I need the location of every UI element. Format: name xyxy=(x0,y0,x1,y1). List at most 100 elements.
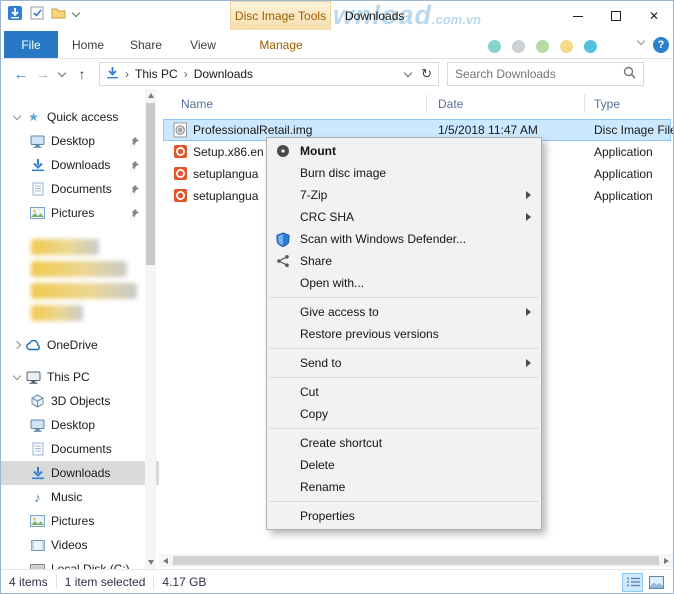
contextual-tab-label: Disc Image Tools xyxy=(234,9,327,23)
address-box[interactable]: › This PC › Downloads ↻ xyxy=(99,62,439,86)
address-dropdown[interactable] xyxy=(403,68,413,77)
close-button[interactable]: ✕ xyxy=(635,1,673,31)
back-button[interactable]: ← xyxy=(10,67,32,82)
menu-item-restore-previous-versions[interactable]: Restore previous versions xyxy=(267,323,541,345)
document-icon xyxy=(28,182,47,196)
expand-chevron-icon[interactable] xyxy=(9,111,24,121)
menu-item-cut[interactable]: Cut xyxy=(267,381,541,403)
minimize-button[interactable] xyxy=(559,1,597,31)
expand-chevron-icon[interactable] xyxy=(9,371,24,381)
contextual-tab-group: Disc Image Tools xyxy=(230,1,331,30)
qat-customize-dropdown[interactable] xyxy=(71,8,81,18)
forward-button[interactable]: → xyxy=(32,67,54,82)
tab-view[interactable]: View xyxy=(179,31,227,58)
menu-item-label: Send to xyxy=(300,356,342,370)
tab-share[interactable]: Share xyxy=(119,31,173,58)
expand-ribbon-button[interactable] xyxy=(632,36,650,54)
sidebar-item-downloads-selected[interactable]: Downloads xyxy=(1,461,159,485)
new-folder-button[interactable] xyxy=(51,7,66,22)
thumbnails-view-button[interactable] xyxy=(646,573,667,592)
search-icon[interactable] xyxy=(623,66,636,82)
sidebar-item-quick-access[interactable]: ★ Quick access xyxy=(1,105,159,129)
tab-label: Share xyxy=(129,37,163,52)
menu-separator xyxy=(269,428,539,429)
pin-icon xyxy=(129,208,139,222)
tab-file[interactable]: File xyxy=(4,31,58,58)
pin-icon xyxy=(129,160,139,174)
breadcrumb-downloads[interactable]: Downloads xyxy=(194,67,253,81)
menu-item-scan-with-windows-defender[interactable]: Scan with Windows Defender... xyxy=(267,228,541,250)
breadcrumb-this-pc[interactable]: This PC xyxy=(135,67,178,81)
scroll-right-button[interactable] xyxy=(660,554,673,567)
menu-item-open-with[interactable]: Open with... xyxy=(267,272,541,294)
menu-separator xyxy=(269,348,539,349)
column-header-date[interactable]: Date xyxy=(438,97,463,111)
sidebar-scrollbar[interactable] xyxy=(145,89,156,569)
column-divider[interactable] xyxy=(426,94,427,113)
menu-item-label: CRC SHA xyxy=(300,210,355,224)
triangle-down-icon xyxy=(147,560,154,565)
downloads-icon xyxy=(28,158,47,172)
scrollbar-thumb[interactable] xyxy=(173,556,659,565)
sidebar-item-label: Music xyxy=(51,490,83,504)
menu-item-crc-sha[interactable]: CRC SHA xyxy=(267,206,541,228)
tab-home[interactable]: Home xyxy=(63,31,113,58)
menu-item-burn-disc-image[interactable]: Burn disc image xyxy=(267,162,541,184)
sidebar-item-3d-objects[interactable]: 3D Objects xyxy=(1,389,159,413)
recent-locations-dropdown[interactable] xyxy=(54,68,70,77)
column-divider[interactable] xyxy=(584,94,585,113)
sidebar-item-this-pc[interactable]: This PC xyxy=(1,365,159,389)
scroll-up-button[interactable] xyxy=(145,89,156,102)
sidebar-item-local-disk-c[interactable]: Local Disk (C:) xyxy=(1,557,159,569)
sidebar-item-desktop-pinned[interactable]: Desktop xyxy=(1,129,159,153)
back-icon: ← xyxy=(13,65,29,83)
menu-item-copy[interactable]: Copy xyxy=(267,403,541,425)
menu-item-create-shortcut[interactable]: Create shortcut xyxy=(267,432,541,454)
chevron-down-icon xyxy=(636,36,646,46)
menu-item-delete[interactable]: Delete xyxy=(267,454,541,476)
menu-item-rename[interactable]: Rename xyxy=(267,476,541,498)
scroll-down-button[interactable] xyxy=(145,556,156,569)
sidebar-item-pictures-pinned[interactable]: Pictures xyxy=(1,201,159,225)
sidebar-item-downloads-pinned[interactable]: Downloads xyxy=(1,153,159,177)
sidebar-item-label: OneDrive xyxy=(47,338,98,352)
sidebar-item-music[interactable]: ♪ Music xyxy=(1,485,159,509)
tab-manage[interactable]: Manage xyxy=(241,31,321,58)
expand-chevron-icon[interactable] xyxy=(9,340,24,350)
sidebar-item-documents[interactable]: Documents xyxy=(1,437,159,461)
pictures-icon xyxy=(28,207,47,219)
menu-item-mount[interactable]: Mount xyxy=(267,140,541,162)
menu-item-label: 7-Zip xyxy=(300,188,328,202)
search-input[interactable] xyxy=(455,67,623,81)
column-header-type[interactable]: Type xyxy=(594,97,620,111)
sidebar-item-documents-pinned[interactable]: Documents xyxy=(1,177,159,201)
status-divider xyxy=(55,575,57,589)
column-header-name[interactable]: Name xyxy=(181,97,213,111)
scrollbar-thumb[interactable] xyxy=(146,103,155,265)
menu-item-properties[interactable]: Properties xyxy=(267,505,541,527)
properties-button[interactable] xyxy=(30,6,44,23)
maximize-button[interactable] xyxy=(597,1,635,31)
triangle-right-icon xyxy=(664,557,669,564)
blurred-item xyxy=(31,305,83,321)
sidebar-item-videos[interactable]: Videos xyxy=(1,533,159,557)
sidebar-item-pictures[interactable]: Pictures xyxy=(1,509,159,533)
menu-item-give-access-to[interactable]: Give access to xyxy=(267,301,541,323)
horizontal-scrollbar[interactable] xyxy=(159,554,673,567)
window-title: Downloads xyxy=(345,9,405,23)
menu-item-label: Delete xyxy=(300,458,335,472)
refresh-button[interactable]: ↻ xyxy=(421,66,432,82)
up-button[interactable]: ↑ xyxy=(70,66,94,82)
sidebar-item-onedrive[interactable]: OneDrive xyxy=(1,333,159,357)
sidebar-item-desktop[interactable]: Desktop xyxy=(1,413,159,437)
maximize-icon xyxy=(611,11,621,21)
menu-item-7zip[interactable]: 7-Zip xyxy=(267,184,541,206)
scroll-left-button[interactable] xyxy=(159,554,172,567)
help-button[interactable]: ? xyxy=(653,37,669,53)
pin-icon xyxy=(129,184,139,198)
menu-item-send-to[interactable]: Send to xyxy=(267,352,541,374)
menu-item-share[interactable]: Share xyxy=(267,250,541,272)
blurred-sidebar-items xyxy=(1,225,159,329)
dot-teal xyxy=(488,40,501,53)
details-view-button[interactable] xyxy=(622,572,643,592)
